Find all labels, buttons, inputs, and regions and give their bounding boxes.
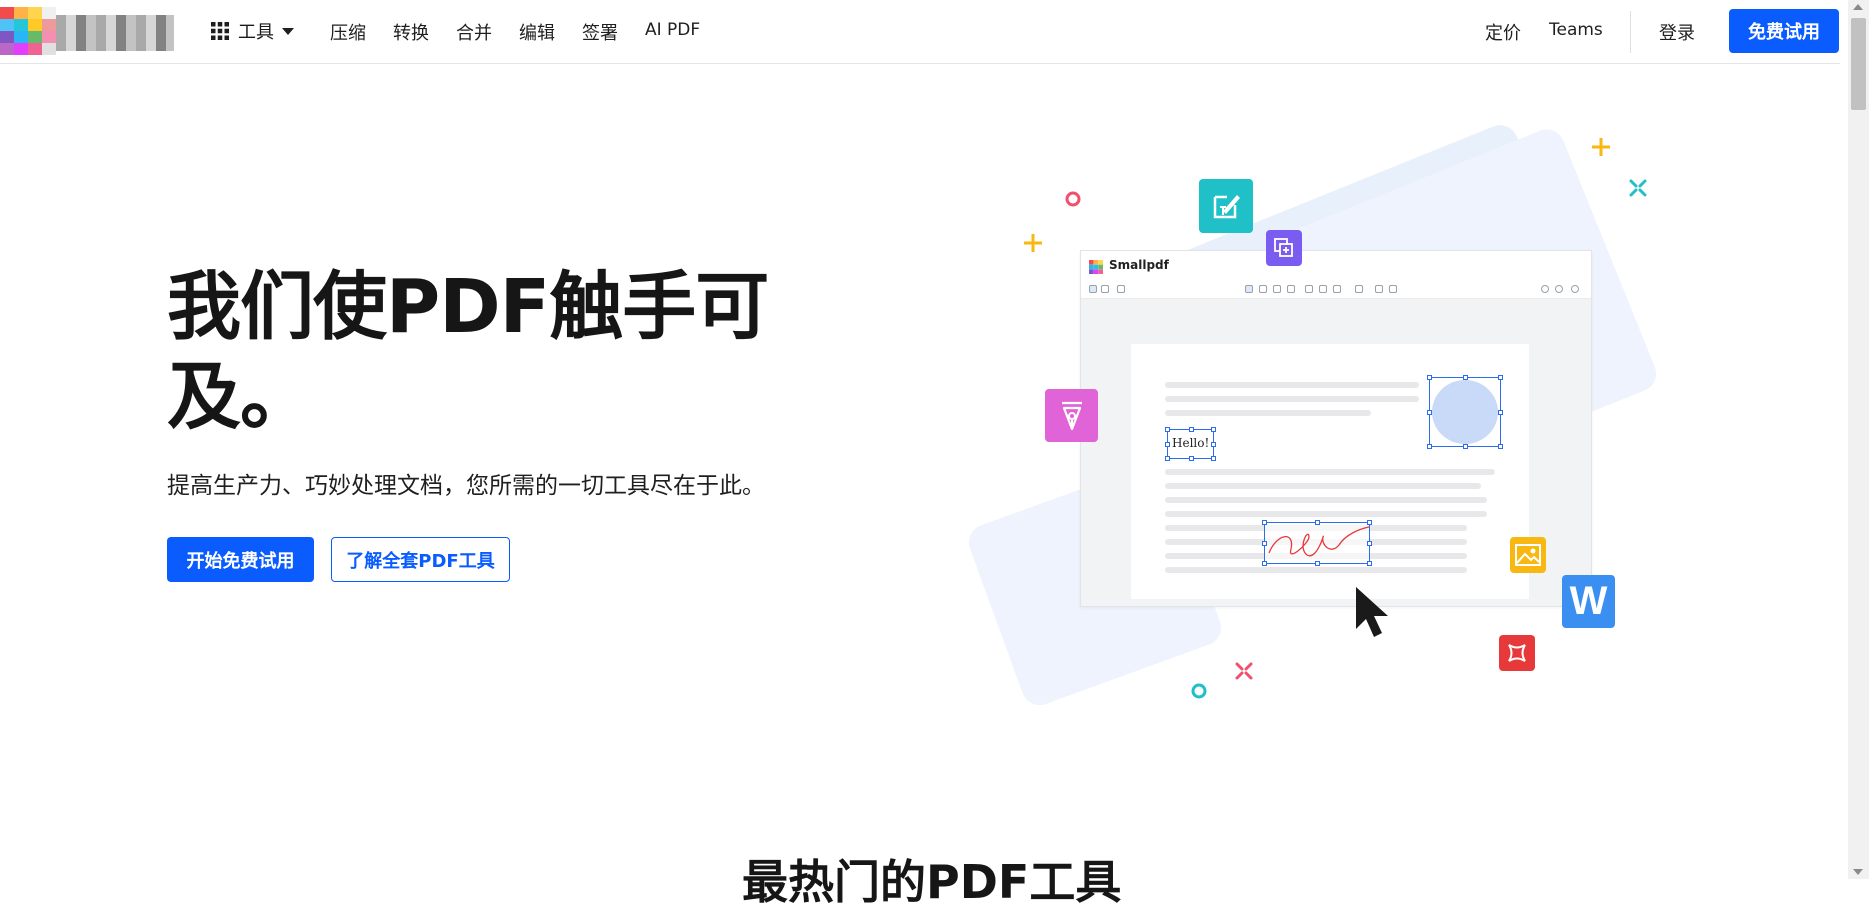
plus-yellow-icon [1024, 234, 1042, 252]
scroll-thumb[interactable] [1851, 18, 1866, 110]
chevron-down-icon [282, 27, 294, 35]
hero-title: 我们使PDF触手可及。 [167, 264, 769, 440]
text-tool-icon [1305, 285, 1313, 293]
logo-mark-icon [0, 7, 56, 55]
nav-ai-pdf[interactable]: AI PDF [645, 20, 700, 40]
list-icon [1101, 285, 1109, 293]
page-scrollbar[interactable] [1848, 0, 1869, 879]
login-link[interactable]: 登录 [1659, 19, 1695, 45]
header-divider [1630, 11, 1631, 53]
signature-scribble-icon [1268, 526, 1370, 557]
acrobat-icon [1508, 644, 1526, 662]
edit-pencil-icon [1213, 195, 1240, 219]
nav-compress[interactable]: 压缩 [330, 19, 366, 45]
search-icon [1571, 285, 1579, 293]
image-tile [1510, 537, 1546, 573]
logo-wordmark [56, 15, 174, 51]
redo-icon [1555, 285, 1563, 293]
shape-tool-icon [1333, 285, 1341, 293]
cross-teal-icon [1629, 179, 1647, 197]
highlight-tool-icon [1273, 285, 1281, 293]
image-tool-icon [1319, 285, 1327, 293]
plus-yellow-icon [1592, 138, 1610, 156]
nav-convert[interactable]: 转换 [393, 19, 429, 45]
hero-illustration: Smallpdf Hello! W [963, 119, 1680, 720]
merge-pdf-tile [1266, 230, 1302, 266]
text-selection-box: Hello! [1165, 427, 1216, 461]
nav-pricing[interactable]: 定价 [1485, 19, 1521, 45]
app-titlebar: Smallpdf [1081, 251, 1591, 281]
undo-icon [1541, 285, 1549, 293]
tools-menu-button[interactable]: 工具 [210, 17, 294, 45]
panel-icon [1117, 285, 1125, 293]
pointer-tool-icon [1245, 285, 1253, 293]
free-trial-button[interactable]: 免费试用 [1729, 9, 1839, 53]
start-free-trial-button[interactable]: 开始免费试用 [167, 537, 314, 582]
signature-selection-box [1262, 520, 1372, 566]
pdf-tile [1499, 635, 1535, 671]
cross-pink-icon [1235, 662, 1253, 680]
circle-selection-box [1427, 375, 1503, 449]
nav-merge[interactable]: 合并 [456, 19, 492, 45]
circle-shape [1432, 380, 1498, 444]
fountain-pen-icon [1061, 401, 1082, 430]
copy-plus-icon [1274, 238, 1293, 257]
sign-tool-icon [1389, 285, 1397, 293]
pen-tool-icon [1259, 285, 1267, 293]
eraser-tool-icon [1287, 285, 1295, 293]
nav-teams[interactable]: Teams [1549, 20, 1603, 40]
ring-teal-icon [1191, 683, 1207, 699]
line-tool-icon [1355, 285, 1363, 293]
link-tool-icon [1375, 285, 1383, 293]
word-tile: W [1562, 575, 1615, 628]
popular-tools-heading: 最热门的PDF工具 [742, 855, 1122, 909]
hero-subtitle: 提高生产力、巧妙处理文档，您所需的一切工具尽在于此。 [167, 473, 765, 499]
app-toolbar [1081, 281, 1591, 299]
image-icon [1515, 544, 1541, 566]
app-name: Smallpdf [1109, 258, 1169, 272]
smallpdf-logo-icon [1089, 260, 1103, 274]
tools-label: 工具 [238, 22, 274, 43]
view-icon [1089, 285, 1097, 293]
apps-grid-icon [211, 22, 229, 40]
scroll-up-arrow-icon[interactable] [1853, 4, 1863, 10]
word-letter: W [1569, 579, 1608, 623]
sign-pdf-tile [1045, 389, 1098, 442]
document-page: Hello! [1131, 344, 1529, 599]
site-logo[interactable] [0, 7, 176, 55]
ring-pink-icon [1065, 191, 1081, 207]
mouse-cursor-icon [1356, 587, 1388, 637]
scroll-down-arrow-icon[interactable] [1853, 869, 1863, 875]
top-header: 工具 压缩 转换 合并 编辑 签署 AI PDF 定价 Teams 登录 免费试… [0, 0, 1840, 64]
edit-pdf-tile [1199, 179, 1253, 233]
nav-sign[interactable]: 签署 [582, 19, 618, 45]
hello-text-annotation: Hello! [1172, 436, 1210, 450]
nav-edit[interactable]: 编辑 [519, 19, 555, 45]
explore-pdf-tools-button[interactable]: 了解全套PDF工具 [331, 537, 510, 582]
